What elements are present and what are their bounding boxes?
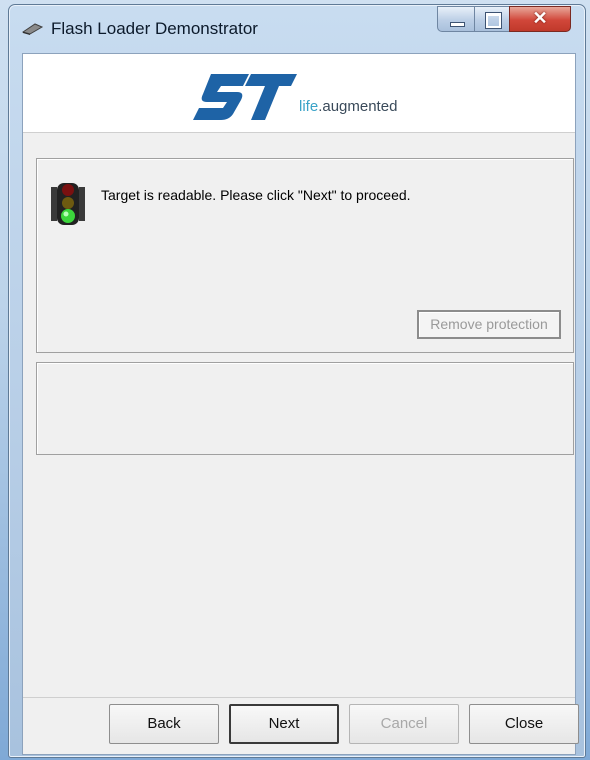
tagline: life.augmented [299, 98, 398, 115]
close-icon: ✕ [532, 8, 548, 28]
app-chip-icon [21, 23, 43, 35]
client-area: life.augmented Target is readable. Pleas… [22, 53, 579, 755]
window-title: Flash Loader Demonstrator [51, 19, 258, 38]
title-bar[interactable]: Flash Loader Demonstrator ✕ [9, 5, 585, 49]
close-button[interactable]: Close [469, 704, 579, 744]
back-button[interactable]: Back [109, 704, 219, 744]
minimize-icon [450, 22, 465, 27]
st-logo-icon [193, 74, 297, 120]
cancel-button[interactable]: Cancel [349, 704, 459, 744]
status-message: Target is readable. Please click "Next" … [101, 187, 411, 203]
close-window-button[interactable]: ✕ [509, 6, 571, 32]
maximize-button[interactable] [474, 6, 510, 32]
next-button[interactable]: Next [229, 704, 339, 744]
info-group [36, 362, 574, 455]
minimize-button[interactable] [437, 6, 475, 32]
maximize-icon [485, 12, 502, 29]
wizard-button-bar: Back Next Cancel Close [23, 697, 579, 755]
traffic-light-icon [51, 183, 85, 225]
status-group: Target is readable. Please click "Next" … [36, 158, 574, 353]
remove-protection-button[interactable]: Remove protection [417, 310, 561, 339]
app-window: Flash Loader Demonstrator ✕ life.augment… [8, 4, 586, 758]
logo-banner: life.augmented [23, 54, 575, 133]
